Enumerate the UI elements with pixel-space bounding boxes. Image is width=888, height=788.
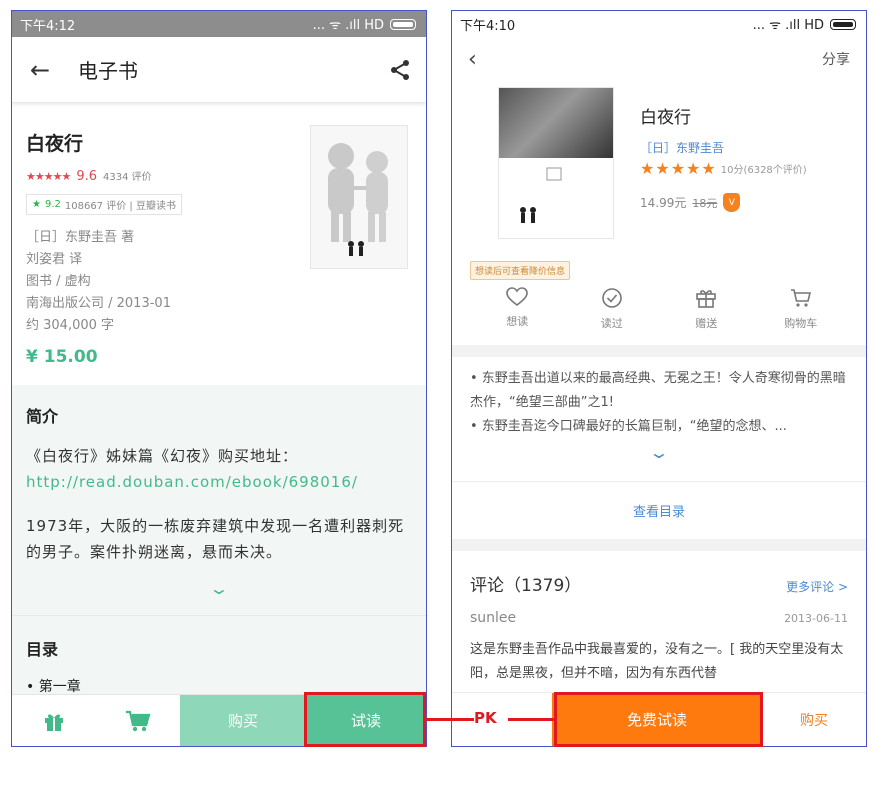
rating-stars-icon: ★★★★★ (26, 170, 71, 183)
intro-section: 简介 《白夜行》姊妹篇《幻夜》购买地址： http://read.douban.c… (12, 385, 426, 615)
expand-chevron-icon[interactable]: ⌄ (452, 441, 866, 465)
reviews-title: 评论（1379） (470, 576, 582, 596)
green-star-icon: ★ (32, 199, 41, 210)
cart-icon (790, 289, 811, 307)
original-price: 18元 (692, 196, 718, 210)
desc-line: • 东野圭吾迄今口碑最好的长篇巨制，“绝望的念想、... (470, 419, 787, 434)
more-reviews-link[interactable]: 更多评论 > (786, 578, 848, 595)
gift-icon (45, 714, 63, 731)
gift-icon (696, 290, 717, 308)
vip-badge-icon: V (723, 193, 741, 212)
status-time: 下午4:10 (460, 18, 516, 34)
book-publisher: 南海出版公司 / 2013-01 (26, 296, 171, 311)
phone-screen-duokan: 下午4:10 ... ᯤ .ıll HD ‹ 分享 白夜行 ［日］东野圭吾 ★★… (451, 10, 867, 747)
book-category: 图书 / 虚构 (26, 274, 91, 289)
have-read-label: 读过 (600, 317, 623, 330)
battery-icon (830, 18, 856, 30)
status-bar: 下午4:10 ... ᯤ .ıll HD (452, 11, 866, 37)
status-signal-icons: ... ᯤ .ıll HD (752, 18, 824, 33)
highlight-box-right (554, 692, 763, 747)
review-date: 2013-06-11 (784, 612, 848, 625)
cart-button[interactable] (96, 695, 180, 746)
share-button[interactable]: 分享 (822, 49, 850, 69)
toc-heading: 目录 (26, 640, 59, 659)
phone-screen-douban: 下午4:12 ... ᯤ .ıll HD ← 电子书 白夜行 ★★★★★ 9.6… (11, 10, 427, 747)
section-divider (452, 539, 866, 551)
intro-paragraph: 《白夜行》姊妹篇《幻夜》购买地址： http://read.douban.com/… (26, 443, 412, 495)
back-chevron-icon[interactable]: ‹ (468, 47, 477, 72)
action-row: 想读 读过 赠送 购物车 (452, 287, 866, 345)
review-username[interactable]: sunlee (470, 610, 516, 626)
status-bar: 下午4:12 ... ᯤ .ıll HD (12, 11, 426, 37)
cart-icon (126, 710, 151, 731)
share-icon[interactable] (388, 58, 412, 82)
want-read-button[interactable]: 想读 (487, 287, 547, 345)
nav-bar: ‹ 分享 (452, 37, 866, 81)
battery-icon (390, 18, 416, 30)
connector-line (508, 718, 554, 721)
book-cover[interactable] (498, 87, 614, 239)
book-rating: ★★★★★ 10分(6328个评价) (640, 159, 807, 178)
rating-stars-icon: ★★★★★ (640, 159, 717, 178)
review-text[interactable]: 这是东野圭吾作品中我最喜爱的，没有之一。[ 我的天空里没有太阳，总是黑夜，但并不… (470, 638, 848, 686)
app-bar: ← 电子书 (12, 37, 426, 103)
cart-label: 购物车 (784, 317, 818, 330)
highlight-box-left (304, 692, 426, 747)
check-circle-icon (601, 288, 622, 308)
gift-button[interactable] (12, 695, 96, 746)
book-cover[interactable] (310, 125, 408, 269)
book-header: 白夜行 ［日］东野圭吾 ★★★★★ 10分(6328个评价) 14.99元 18… (452, 81, 866, 239)
book-description: • 东野圭吾出道以来的最高经典、无冕之王！令人奇寒彻骨的黑暗杰作，“绝望三部曲”… (452, 357, 866, 465)
section-divider (452, 345, 866, 357)
page-title: 电子书 (78, 59, 138, 83)
status-signal-icons: ... ᯤ .ıll HD (312, 18, 384, 33)
intro-link[interactable]: http://read.douban.com/ebook/698016/ (26, 473, 358, 491)
have-read-button[interactable]: 读过 (582, 287, 642, 345)
rating-count: 4334 评价 (103, 172, 152, 183)
desc-line: • 东野圭吾出道以来的最高经典、无冕之王！令人奇寒彻骨的黑暗杰作，“绝望三部曲”… (470, 371, 846, 410)
buy-button[interactable]: 购买 (180, 695, 306, 746)
douban-count: 108667 评价 | 豆瓣读书 (64, 201, 176, 212)
status-time: 下午4:12 (20, 18, 76, 34)
book-author-link[interactable]: ［日］东野圭吾 (640, 139, 724, 156)
book-price: 14.99元 18元 V (640, 193, 741, 212)
price-drop-tag: 想读后可查看降价信息 (470, 261, 571, 280)
want-read-label: 想读 (506, 315, 529, 328)
view-toc-button[interactable]: 查看目录 (452, 481, 866, 539)
intro-heading: 简介 (26, 407, 59, 426)
book-wordcount: 约 304,000 字 (26, 318, 115, 333)
current-price: 14.99元 (640, 196, 687, 210)
book-info: 白夜行 ★★★★★ 9.6 4334 评价 ★ 9.2 108667 评价 | … (12, 103, 426, 385)
intro-line-prefix: 《白夜行》姊妹篇《幻夜》购买地址： (26, 447, 299, 465)
gift-label: 赠送 (695, 317, 718, 330)
intro-text: 1973年，大阪的一栋废弃建筑中发现一名遭利器刺死的男子。案件扑朔迷离，悬而未决… (26, 517, 405, 561)
douban-score: 9.2 (44, 199, 61, 210)
expand-chevron-icon[interactable]: ⌄ (12, 579, 426, 598)
book-title: 白夜行 (640, 108, 691, 128)
gift-button[interactable]: 赠送 (676, 287, 736, 345)
book-price: ¥ 15.00 (26, 347, 98, 367)
douban-rating-badge[interactable]: ★ 9.2 108667 评价 | 豆瓣读书 (26, 194, 182, 215)
cover-photo (499, 88, 613, 158)
cart-button[interactable]: 购物车 (771, 287, 831, 345)
back-arrow-icon[interactable]: ← (30, 56, 64, 84)
rating-score: 9.6 (76, 169, 97, 184)
heart-icon (506, 287, 529, 307)
reviews-section: 评论（1379） 更多评论 > sunlee 2013-06-11 这是东野圭吾… (452, 551, 866, 686)
buy-button[interactable]: 购买 (762, 693, 866, 746)
pk-label: PK (474, 709, 497, 727)
connector-line (426, 718, 474, 721)
rating-count: 10分(6328个评价) (720, 165, 807, 176)
